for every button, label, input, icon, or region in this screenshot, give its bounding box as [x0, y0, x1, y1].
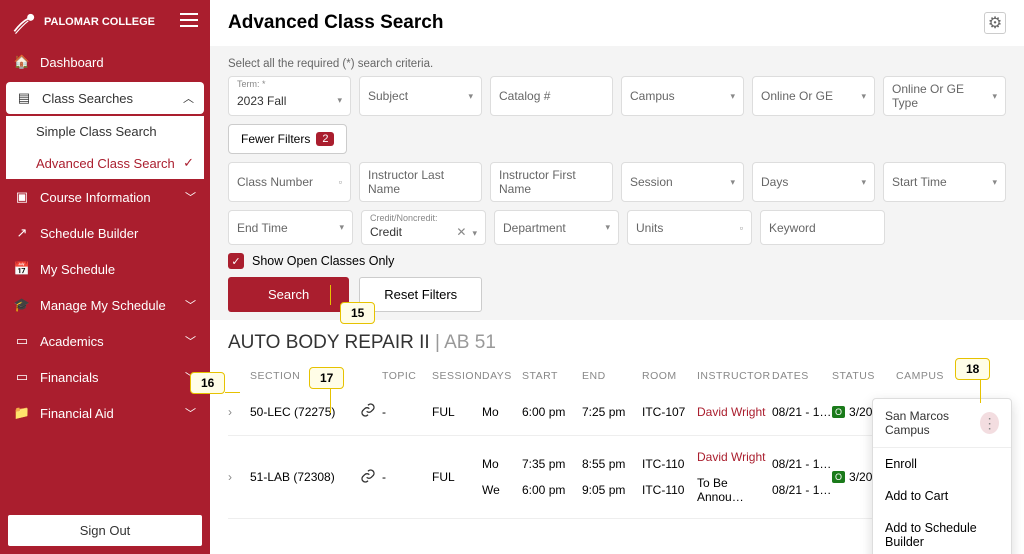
catalog-input[interactable]: Catalog # [490, 76, 613, 116]
chevron-down-icon: ﹀ [185, 189, 196, 205]
section-cell: 50-LEC (72275) [250, 405, 360, 419]
class-number-input[interactable]: Class Number▫ [228, 162, 351, 202]
callout-16: 16 [190, 372, 225, 394]
instructor-link[interactable]: David Wright [697, 450, 772, 464]
open-only-checkbox[interactable]: ✓ [228, 253, 244, 269]
info-icon: ▣ [14, 189, 30, 205]
reset-filters-button[interactable]: Reset Filters [359, 277, 482, 312]
subject-select[interactable]: Subject▾ [359, 76, 482, 116]
stepper-icon: ▫ [740, 223, 743, 233]
book-icon: ▭ [14, 333, 30, 349]
nav-financial-aid[interactable]: 📁 Financial Aid ﹀ [0, 395, 210, 431]
start-time-select[interactable]: Start Time▾ [883, 162, 1006, 202]
nav: 🏠 Dashboard ▤ Class Searches ︿ Simple Cl… [0, 44, 210, 507]
end-time-select[interactable]: End Time▾ [228, 210, 353, 245]
chevron-down-icon: ▾ [337, 95, 342, 106]
course-title: AUTO BODY REPAIR II | AB 51 [228, 332, 1006, 354]
stepper-icon: ▫ [339, 177, 342, 187]
nav-academics[interactable]: ▭ Academics ﹀ [0, 323, 210, 359]
hamburger-icon[interactable] [180, 13, 198, 32]
instructor-first-input[interactable]: Instructor First Name [490, 162, 613, 202]
dots-icon: ⋮ [983, 415, 997, 432]
callout-15: 15 [340, 302, 375, 324]
nav-class-searches[interactable]: ▤ Class Searches ︿ [6, 82, 204, 114]
main: Advanced Class Search ⚙ Select all the r… [210, 0, 1024, 554]
more-actions-button[interactable]: ⋮ [980, 412, 999, 434]
calendar-icon: 📅 [14, 261, 30, 277]
filters-help: Select all the required (*) search crite… [228, 58, 1006, 70]
home-icon: 🏠 [14, 54, 30, 70]
callout-18: 18 [955, 358, 990, 380]
days-select[interactable]: Days▾ [752, 162, 875, 202]
session-select[interactable]: Session▾ [621, 162, 744, 202]
settings-button[interactable]: ⚙ [984, 12, 1006, 34]
popup-campus: San Marcos Campus [885, 409, 980, 437]
status-badge: O [832, 471, 845, 483]
expand-toggle[interactable]: › [228, 470, 250, 484]
filter-count-badge: 2 [316, 132, 334, 146]
nav-manage-schedule[interactable]: 🎓 Manage My Schedule ﹀ [0, 287, 210, 323]
menu-add-schedule-builder[interactable]: Add to Schedule Builder [873, 512, 1011, 554]
comet-icon [12, 8, 40, 36]
units-input[interactable]: Units▫ [627, 210, 752, 245]
search-button[interactable]: Search [228, 277, 349, 312]
sign-out-button[interactable]: Sign Out [8, 515, 202, 546]
callout-17: 17 [309, 367, 344, 389]
status-badge: O [832, 406, 845, 418]
menu-enroll[interactable]: Enroll [873, 448, 1011, 480]
campus-select[interactable]: Campus▾ [621, 76, 744, 116]
nav-course-info[interactable]: ▣ Course Information ﹀ [0, 179, 210, 215]
department-select[interactable]: Department▾ [494, 210, 619, 245]
clear-icon[interactable]: ✕ [456, 225, 466, 239]
online-ge-type-select[interactable]: Online Or GE Type▾ [883, 76, 1006, 116]
online-ge-select[interactable]: Online Or GE▾ [752, 76, 875, 116]
list-icon: ▤ [16, 90, 32, 106]
chevron-up-icon: ︿ [183, 90, 194, 106]
credit-select[interactable]: Credit/Noncredit: Credit ✕▾ [361, 210, 486, 245]
table-header: SECTION TOPIC SESSION DAYS START END ROO… [228, 364, 1006, 388]
term-select[interactable]: Term: * 2023 Fall▾ [228, 76, 351, 116]
fewer-filters-button[interactable]: Fewer Filters 2 [228, 124, 347, 154]
instructor-last-input[interactable]: Instructor Last Name [359, 162, 482, 202]
link-icon[interactable] [360, 402, 376, 418]
brand-logo: PALOMAR COLLEGE [12, 8, 155, 36]
money-icon: ▭ [14, 369, 30, 385]
nav-simple-search[interactable]: Simple Class Search [6, 116, 204, 147]
folder-icon: 📁 [14, 405, 30, 421]
row-actions-menu: San Marcos Campus ⋮ Enroll Add to Cart A… [872, 398, 1012, 554]
sidebar: PALOMAR COLLEGE 🏠 Dashboard ▤ Class Sear… [0, 0, 210, 554]
open-icon: ↗ [14, 225, 30, 241]
page-title: Advanced Class Search [228, 12, 443, 34]
nav-advanced-search[interactable]: Advanced Class Search ✓ [6, 147, 204, 179]
keyword-input[interactable]: Keyword [760, 210, 885, 245]
gear-icon: ⚙ [988, 13, 1002, 33]
nav-schedule-builder[interactable]: ↗ Schedule Builder [0, 215, 210, 251]
nav-dashboard[interactable]: 🏠 Dashboard [0, 44, 210, 80]
nav-financials[interactable]: ▭ Financials ﹀ [0, 359, 210, 395]
link-icon[interactable] [360, 468, 376, 484]
check-icon: ✓ [183, 155, 194, 171]
chevron-down-icon: ﹀ [185, 405, 196, 421]
chevron-down-icon: ﹀ [185, 333, 196, 349]
menu-add-cart[interactable]: Add to Cart [873, 480, 1011, 512]
filters-panel: Select all the required (*) search crite… [210, 46, 1024, 320]
nav-my-schedule[interactable]: 📅 My Schedule [0, 251, 210, 287]
open-only-label: Show Open Classes Only [252, 254, 394, 268]
section-cell: 51-LAB (72308) [250, 470, 360, 484]
chevron-down-icon: ﹀ [185, 297, 196, 313]
grad-icon: 🎓 [14, 297, 30, 313]
instructor-link[interactable]: David Wright [697, 405, 765, 419]
